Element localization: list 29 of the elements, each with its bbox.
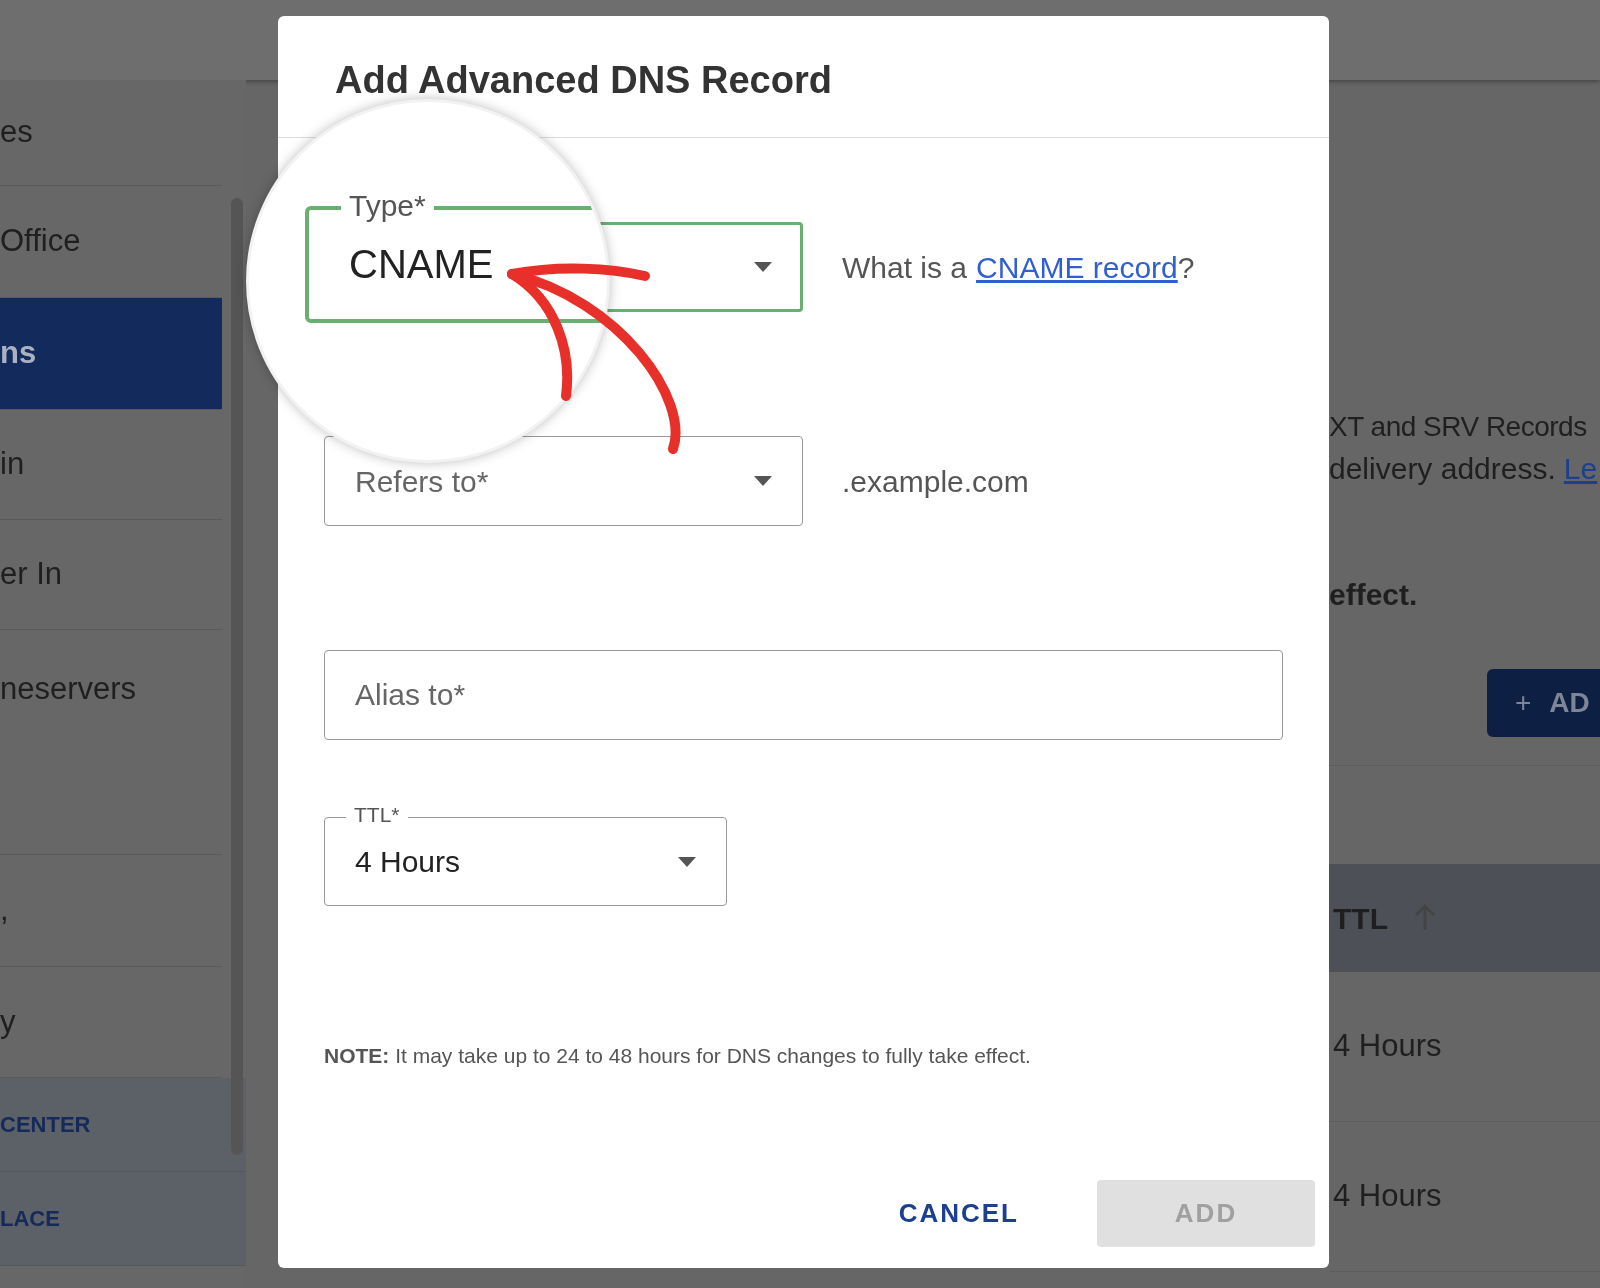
column-header[interactable]: TTL <box>1333 895 1388 941</box>
domain-suffix: .example.com <box>842 463 1029 500</box>
caret-icon <box>754 476 772 486</box>
dialog-title: Add Advanced DNS Record <box>335 59 832 101</box>
type-value: CNAME <box>349 241 494 288</box>
intro-text: delivery address. <box>1329 451 1556 487</box>
sidebar-link[interactable]: LACE <box>0 1172 246 1266</box>
caret-icon <box>754 262 772 272</box>
scrollbar[interactable] <box>231 198 243 1155</box>
cname-link[interactable]: CNAME record <box>976 244 1178 290</box>
sidebar-item[interactable]: ns <box>0 298 222 410</box>
sidebar-item[interactable]: neservers <box>0 630 222 855</box>
plus-icon: + <box>1515 682 1532 724</box>
help-text: What is a <box>842 249 968 286</box>
sidebar-item[interactable]: in <box>0 410 222 520</box>
sidebar-item[interactable]: , <box>0 855 222 967</box>
intro-text: XT and SRV Records <box>1329 410 1588 444</box>
note-text: NOTE: It may take up to 24 to 48 hours for DNS changes to fully take effect. <box>324 1043 1032 1069</box>
note-text: effect. <box>1329 577 1419 613</box>
table-cell-text: 4 Hours <box>1333 1027 1442 1066</box>
caret-icon <box>678 856 696 867</box>
table-cell-text: 4 Hours <box>1333 1177 1442 1216</box>
sidebar-item[interactable]: es <box>0 80 222 186</box>
learn-link[interactable]: Le <box>1563 448 1598 490</box>
help-text: ? <box>1177 249 1195 286</box>
sidebar-item[interactable]: er In <box>0 520 222 630</box>
alias-field[interactable]: Alias to* <box>324 650 1283 740</box>
add-record-button[interactable]: + AD <box>1487 669 1600 737</box>
sidebar-link[interactable]: CENTER <box>0 1078 246 1172</box>
